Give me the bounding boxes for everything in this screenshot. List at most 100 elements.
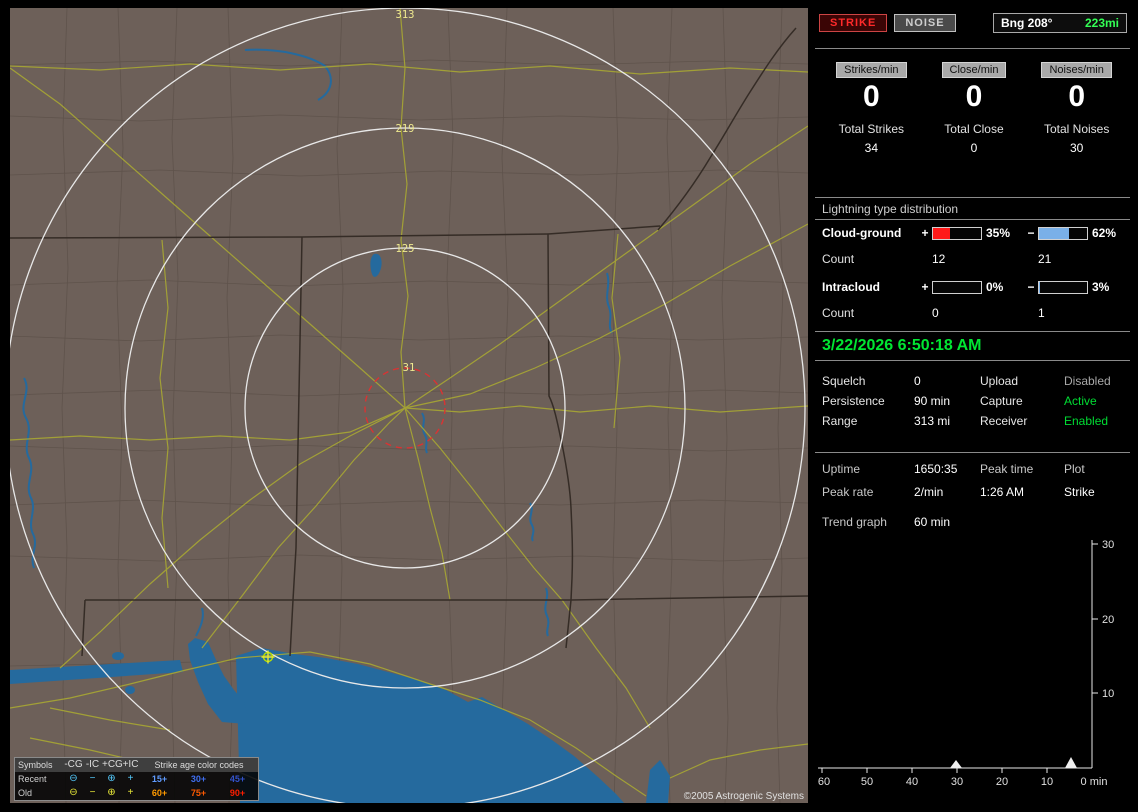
stats-row: Uptime 1650:35 Peak time Plot xyxy=(822,462,1128,476)
legend-recent-label: Recent xyxy=(18,774,47,784)
intracloud-neg-count: 1 xyxy=(1038,306,1045,320)
upload-label: Upload xyxy=(980,374,1019,388)
bar-fill xyxy=(1039,227,1069,239)
age-code-30: 30+ xyxy=(190,774,207,784)
peak-rate-label: Peak rate xyxy=(822,485,874,499)
divider xyxy=(815,452,1130,453)
strike-indicator-button[interactable]: STRIKE xyxy=(819,14,888,32)
noise-indicator-button[interactable]: NOISE xyxy=(894,14,956,32)
capture-label: Capture xyxy=(980,394,1023,408)
rate-counters: Strikes/min 0 Total Strikes 34 Close/min… xyxy=(820,62,1128,155)
intracloud-pos-bar xyxy=(932,280,982,294)
distance-value: 223mi xyxy=(1084,16,1119,30)
old-pos-cg-icon: ⊕ xyxy=(107,787,116,798)
trend-strike-spikes xyxy=(950,757,1077,768)
noises-per-min-label: Noises/min xyxy=(1041,62,1112,78)
count-label: Count xyxy=(822,306,855,320)
total-close-value: 0 xyxy=(970,141,978,155)
trend-y-tick: 20 xyxy=(1102,614,1114,626)
recent-neg-cg-icon: ⊖ xyxy=(69,773,78,784)
intracloud-count-row: Count 0 1 xyxy=(822,306,1127,320)
legend-col-neg-cg: -CG xyxy=(64,759,83,770)
old-neg-cg-icon: ⊖ xyxy=(69,787,78,798)
close-per-min-value: 0 xyxy=(965,80,983,113)
persistence-value: 90 min xyxy=(914,394,951,408)
distribution-title: Lightning type distribution xyxy=(822,202,959,216)
peak-time-value: 1:26 AM xyxy=(980,485,1025,499)
upload-value: Disabled xyxy=(1064,374,1111,388)
total-noises-value: 30 xyxy=(1069,141,1084,155)
cloud-ground-row: Cloud-ground + 35% − 62% xyxy=(822,226,1127,240)
plus-sign: + xyxy=(921,280,929,294)
cloud-ground-label: Cloud-ground xyxy=(822,226,902,240)
noises-per-min-value: 0 xyxy=(1068,80,1085,113)
intracloud-neg-pct: 3% xyxy=(1092,280,1110,294)
intracloud-label: Intracloud xyxy=(822,280,881,294)
age-code-75: 75+ xyxy=(190,788,207,798)
bar-fill xyxy=(1039,281,1041,293)
receiver-label: Receiver xyxy=(980,414,1028,428)
legend-col-pos-ic: +IC xyxy=(122,759,139,770)
count-label: Count xyxy=(822,252,855,266)
strikes-per-min-value: 0 xyxy=(862,80,880,113)
intracloud-pos-pct: 0% xyxy=(986,280,1004,294)
trend-x-tick: 10 xyxy=(1041,776,1053,788)
persistence-label: Persistence xyxy=(822,394,885,408)
receiver-value: Enabled xyxy=(1064,414,1109,428)
recent-pos-ic-icon: + xyxy=(127,773,134,784)
old-pos-ic-icon: + xyxy=(127,787,134,798)
uptime-label: Uptime xyxy=(822,462,861,476)
status-sidebar: STRIKE NOISE Bng 208° 223mi Strikes/min … xyxy=(815,0,1131,812)
plot-value: Strike xyxy=(1064,485,1095,499)
cloud-ground-neg-pct: 62% xyxy=(1092,226,1117,240)
divider xyxy=(815,331,1130,332)
age-code-45: 45+ xyxy=(229,774,246,784)
range-ring-label: 219 xyxy=(396,123,415,135)
datetime-display: 3/22/2026 6:50:18 AM xyxy=(822,337,982,354)
trend-x-tick: 60 xyxy=(818,776,830,788)
close-per-min-column: Close/min 0 Total Close 0 xyxy=(923,62,1026,155)
strikes-per-min-column: Strikes/min 0 Total Strikes 34 xyxy=(820,62,923,155)
legend-age-header: Strike age color codes xyxy=(154,760,244,770)
divider xyxy=(815,197,1130,198)
strikes-per-min-label: Strikes/min xyxy=(836,62,907,78)
trend-x-tick: 20 xyxy=(996,776,1008,788)
range-ring-label: 125 xyxy=(396,243,415,255)
minus-sign: − xyxy=(1027,226,1035,240)
trend-x-tick: 30 xyxy=(951,776,963,788)
lightning-map[interactable]: 313 219 125 31 Symbols -CG -IC +CG +IC S… xyxy=(10,8,808,803)
lake xyxy=(125,686,135,694)
trend-y-tick: 30 xyxy=(1102,539,1114,551)
cloud-ground-count-row: Count 12 21 xyxy=(822,252,1127,266)
cloud-ground-pos-pct: 35% xyxy=(986,226,1011,240)
uptime-value: 1650:35 xyxy=(914,462,958,476)
settings-row: Range 313 mi Receiver Enabled xyxy=(822,414,1128,428)
cloud-ground-neg-count: 21 xyxy=(1038,252,1052,266)
total-strikes-label: Total Strikes xyxy=(838,122,904,136)
recent-pos-cg-icon: ⊕ xyxy=(107,773,116,784)
minus-sign: − xyxy=(1027,280,1035,294)
trend-graph-label: Trend graph xyxy=(822,515,887,529)
toolbar: STRIKE NOISE Bng 208° 223mi xyxy=(819,13,1127,33)
legend-col-neg-ic: -IC xyxy=(85,759,100,770)
age-code-15: 15+ xyxy=(151,774,168,784)
stats-row: Peak rate 2/min 1:26 AM Strike xyxy=(822,485,1128,499)
app-window: 313 219 125 31 Symbols -CG -IC +CG +IC S… xyxy=(0,0,1138,812)
settings-row: Persistence 90 min Capture Active xyxy=(822,394,1128,408)
close-per-min-label: Close/min xyxy=(941,62,1007,78)
trend-x-tick: 40 xyxy=(906,776,918,788)
trend-x-tick: 50 xyxy=(861,776,873,788)
legend-old-label: Old xyxy=(18,788,33,798)
plus-sign: + xyxy=(921,226,929,240)
age-code-90: 90+ xyxy=(229,788,246,798)
copyright-text: ©2005 Astrogenic Systems xyxy=(683,791,804,802)
settings-row: Squelch 0 Upload Disabled xyxy=(822,374,1128,388)
age-code-60: 60+ xyxy=(151,788,168,798)
range-ring-label: 31 xyxy=(403,362,416,374)
peak-time-label: Peak time xyxy=(980,462,1034,476)
total-noises-label: Total Noises xyxy=(1043,122,1110,136)
bearing-readout: Bng 208° 223mi xyxy=(993,13,1127,33)
squelch-value: 0 xyxy=(914,374,921,388)
symbol-legend: Symbols -CG -IC +CG +IC Strike age color… xyxy=(14,757,259,801)
divider xyxy=(815,360,1130,361)
